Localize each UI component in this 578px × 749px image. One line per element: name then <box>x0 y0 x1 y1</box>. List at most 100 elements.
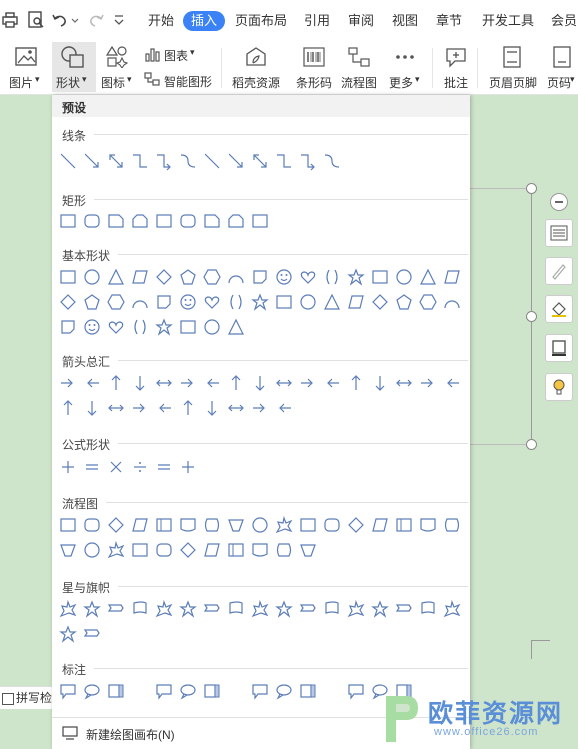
tab-review[interactable]: 审阅 <box>348 11 374 31</box>
flow-shape-icon[interactable] <box>442 515 462 535</box>
basic-shape-icon[interactable] <box>322 292 342 312</box>
basic-shape-icon[interactable] <box>298 292 318 312</box>
tab-sections[interactable]: 章节 <box>436 11 462 31</box>
tab-home[interactable]: 开始 <box>148 11 174 31</box>
basic-shape-icon[interactable] <box>322 267 342 287</box>
stars-shape-icon[interactable] <box>370 599 390 619</box>
stars-shape-icon[interactable] <box>178 599 198 619</box>
rects-shape-icon[interactable] <box>250 211 270 231</box>
rects-shape-icon[interactable] <box>130 211 150 231</box>
new-drawing-canvas-button[interactable]: 新建绘图画布(N) <box>86 726 175 743</box>
basic-shape-icon[interactable] <box>202 317 222 337</box>
lines-shape-icon[interactable] <box>250 151 270 171</box>
tab-page-layout[interactable]: 页面布局 <box>235 11 287 31</box>
basic-shape-icon[interactable] <box>274 292 294 312</box>
arrows-shape-icon[interactable] <box>418 373 438 393</box>
stars-shape-icon[interactable] <box>154 599 174 619</box>
callouts-shape-icon[interactable] <box>298 681 318 701</box>
arrows-shape-icon[interactable] <box>322 373 342 393</box>
lines-shape-icon[interactable] <box>226 151 246 171</box>
flow-shape-icon[interactable] <box>250 515 270 535</box>
flow-shape-icon[interactable] <box>154 515 174 535</box>
page-number-icon[interactable] <box>552 46 572 68</box>
basic-shape-icon[interactable] <box>202 267 222 287</box>
basic-shape-icon[interactable] <box>418 292 438 312</box>
page-number-dropdown-icon[interactable]: ▾ <box>570 74 575 85</box>
basic-shape-icon[interactable] <box>418 267 438 287</box>
lines-shape-icon[interactable] <box>274 151 294 171</box>
rects-shape-icon[interactable] <box>178 211 198 231</box>
picture-icon[interactable] <box>14 46 38 68</box>
stars-shape-icon[interactable] <box>322 599 342 619</box>
callouts-shape-icon[interactable] <box>202 681 222 701</box>
shape-button[interactable]: 形状 <box>56 74 80 91</box>
callouts-shape-icon[interactable] <box>58 681 78 701</box>
spell-check-icon[interactable] <box>2 692 14 705</box>
comment-icon[interactable] <box>444 46 468 68</box>
icon-dropdown-icon[interactable]: ▾ <box>127 74 132 85</box>
rects-shape-icon[interactable] <box>226 211 246 231</box>
arrows-shape-icon[interactable] <box>154 398 174 418</box>
basic-shape-icon[interactable] <box>130 317 150 337</box>
stars-shape-icon[interactable] <box>106 599 126 619</box>
basic-shape-icon[interactable] <box>106 292 126 312</box>
flow-shape-icon[interactable] <box>226 515 246 535</box>
flow-shape-icon[interactable] <box>274 540 294 560</box>
basic-shape-icon[interactable] <box>154 292 174 312</box>
basic-shape-icon[interactable] <box>154 317 174 337</box>
chart-dropdown-icon[interactable]: ▾ <box>190 47 195 58</box>
callouts-shape-icon[interactable] <box>274 681 294 701</box>
flow-shape-icon[interactable] <box>274 515 294 535</box>
shape-dropdown-icon[interactable]: ▾ <box>82 74 87 85</box>
lines-shape-icon[interactable] <box>298 151 318 171</box>
basic-shape-icon[interactable] <box>346 267 366 287</box>
arrows-shape-icon[interactable] <box>202 398 222 418</box>
callouts-shape-icon[interactable] <box>154 681 174 701</box>
arrows-shape-icon[interactable] <box>442 373 462 393</box>
arrows-shape-icon[interactable] <box>370 373 390 393</box>
header-footer-icon[interactable] <box>502 46 522 68</box>
stars-shape-icon[interactable] <box>418 599 438 619</box>
callouts-shape-icon[interactable]: undefined <box>130 681 150 701</box>
lines-shape-icon[interactable] <box>202 151 222 171</box>
icon-library-icon[interactable] <box>106 46 128 68</box>
lines-shape-icon[interactable] <box>106 151 126 171</box>
stars-shape-icon[interactable] <box>58 624 78 644</box>
flow-shape-icon[interactable] <box>202 540 222 560</box>
flow-shape-icon[interactable] <box>58 540 78 560</box>
callouts-shape-icon[interactable] <box>178 681 198 701</box>
basic-shape-icon[interactable] <box>346 292 366 312</box>
flow-shape-icon[interactable] <box>346 515 366 535</box>
spell-check-button[interactable]: 拼写检查 <box>16 691 52 705</box>
picture-button[interactable]: 图片 <box>9 74 33 91</box>
arrows-shape-icon[interactable] <box>82 373 102 393</box>
arrows-shape-icon[interactable] <box>298 373 318 393</box>
formula-shape-icon[interactable] <box>82 457 102 477</box>
rects-shape-icon[interactable] <box>82 211 102 231</box>
arrows-shape-icon[interactable] <box>178 373 198 393</box>
flowchart-icon[interactable] <box>347 46 371 68</box>
header-footer-button[interactable]: 页眉页脚 <box>489 74 537 91</box>
lines-shape-icon[interactable] <box>322 151 342 171</box>
arrows-shape-icon[interactable] <box>202 373 222 393</box>
callouts-shape-icon[interactable]: undefined <box>226 681 246 701</box>
basic-shape-icon[interactable] <box>106 317 126 337</box>
basic-shape-icon[interactable] <box>250 292 270 312</box>
flow-shape-icon[interactable] <box>82 540 102 560</box>
undo-icon[interactable] <box>50 10 70 30</box>
flow-shape-icon[interactable] <box>178 515 198 535</box>
resize-handle-bottom[interactable] <box>526 439 537 450</box>
arrows-shape-icon[interactable] <box>106 373 126 393</box>
barcode-button[interactable]: 条形码 <box>296 74 332 91</box>
basic-shape-icon[interactable] <box>130 292 150 312</box>
arrows-shape-icon[interactable] <box>154 373 174 393</box>
formula-shape-icon[interactable] <box>178 457 198 477</box>
layout-options-button[interactable] <box>545 219 573 247</box>
arrows-shape-icon[interactable] <box>130 373 150 393</box>
more-button[interactable]: 更多 <box>389 74 413 91</box>
shape-style-button[interactable] <box>545 257 573 285</box>
rects-shape-icon[interactable] <box>58 211 78 231</box>
callouts-shape-icon[interactable] <box>346 681 366 701</box>
tab-references[interactable]: 引用 <box>304 11 330 31</box>
basic-shape-icon[interactable] <box>394 292 414 312</box>
